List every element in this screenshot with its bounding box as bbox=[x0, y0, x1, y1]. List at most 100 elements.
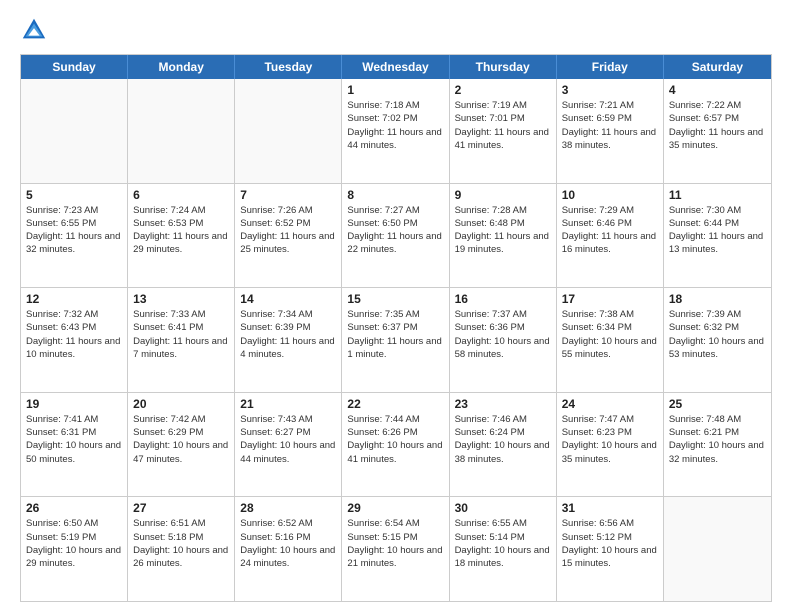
calendar-row: 26 Sunrise: 6:50 AM Sunset: 5:19 PM Dayli… bbox=[21, 496, 771, 601]
calendar-cell: 16 Sunrise: 7:37 AM Sunset: 6:36 PM Dayli… bbox=[450, 288, 557, 392]
weekday-header: Sunday bbox=[21, 55, 128, 79]
day-info: Sunrise: 7:30 AM Sunset: 6:44 PM Dayligh… bbox=[669, 204, 766, 257]
day-number: 6 bbox=[133, 188, 229, 202]
day-number: 15 bbox=[347, 292, 443, 306]
day-info: Sunrise: 7:27 AM Sunset: 6:50 PM Dayligh… bbox=[347, 204, 443, 257]
day-number: 8 bbox=[347, 188, 443, 202]
day-number: 30 bbox=[455, 501, 551, 515]
day-number: 29 bbox=[347, 501, 443, 515]
day-number: 10 bbox=[562, 188, 658, 202]
logo bbox=[20, 16, 52, 44]
calendar-cell: 21Sunrise: 7:43 AM Sunset: 6:27 PM Dayli… bbox=[235, 393, 342, 497]
calendar-cell: 25 Sunrise: 7:48 AM Sunset: 6:21 PM Dayli… bbox=[664, 393, 771, 497]
calendar-cell: 6 Sunrise: 7:24 AM Sunset: 6:53 PM Daylig… bbox=[128, 184, 235, 288]
day-info: Sunrise: 7:29 AM Sunset: 6:46 PM Dayligh… bbox=[562, 204, 658, 257]
day-number: 3 bbox=[562, 83, 658, 97]
calendar-cell: 30 Sunrise: 6:55 AM Sunset: 5:14 PM Dayli… bbox=[450, 497, 557, 601]
calendar-cell: 22Sunrise: 7:44 AM Sunset: 6:26 PM Dayli… bbox=[342, 393, 449, 497]
calendar-cell: 1Sunrise: 7:18 AM Sunset: 7:02 PM Daylig… bbox=[342, 79, 449, 183]
day-number: 7 bbox=[240, 188, 336, 202]
calendar-cell: 15 Sunrise: 7:35 AM Sunset: 6:37 PM Dayli… bbox=[342, 288, 449, 392]
day-info: Sunrise: 7:21 AM Sunset: 6:59 PM Dayligh… bbox=[562, 99, 658, 152]
day-info: Sunrise: 7:23 AM Sunset: 6:55 PM Dayligh… bbox=[26, 204, 122, 257]
day-info: Sunrise: 6:55 AM Sunset: 5:14 PM Dayligh… bbox=[455, 517, 551, 570]
page: SundayMondayTuesdayWednesdayThursdayFrid… bbox=[0, 0, 792, 612]
day-info: Sunrise: 7:22 AM Sunset: 6:57 PM Dayligh… bbox=[669, 99, 766, 152]
day-info: Sunrise: 7:48 AM Sunset: 6:21 PM Dayligh… bbox=[669, 413, 766, 466]
day-number: 17 bbox=[562, 292, 658, 306]
day-info: Sunrise: 7:33 AM Sunset: 6:41 PM Dayligh… bbox=[133, 308, 229, 361]
day-number: 1 bbox=[347, 83, 443, 97]
calendar-cell: 9Sunrise: 7:28 AM Sunset: 6:48 PM Daylig… bbox=[450, 184, 557, 288]
calendar-cell: 31 Sunrise: 6:56 AM Sunset: 5:12 PM Dayli… bbox=[557, 497, 664, 601]
day-number: 9 bbox=[455, 188, 551, 202]
calendar-cell: 23Sunrise: 7:46 AM Sunset: 6:24 PM Dayli… bbox=[450, 393, 557, 497]
weekday-header: Monday bbox=[128, 55, 235, 79]
calendar-cell: 27Sunrise: 6:51 AM Sunset: 5:18 PM Dayli… bbox=[128, 497, 235, 601]
day-info: Sunrise: 7:26 AM Sunset: 6:52 PM Dayligh… bbox=[240, 204, 336, 257]
day-info: Sunrise: 7:46 AM Sunset: 6:24 PM Dayligh… bbox=[455, 413, 551, 466]
day-info: Sunrise: 6:54 AM Sunset: 5:15 PM Dayligh… bbox=[347, 517, 443, 570]
day-info: Sunrise: 7:32 AM Sunset: 6:43 PM Dayligh… bbox=[26, 308, 122, 361]
calendar-cell: 7 Sunrise: 7:26 AM Sunset: 6:52 PM Daylig… bbox=[235, 184, 342, 288]
calendar-cell: 4 Sunrise: 7:22 AM Sunset: 6:57 PM Daylig… bbox=[664, 79, 771, 183]
day-info: Sunrise: 7:41 AM Sunset: 6:31 PM Dayligh… bbox=[26, 413, 122, 466]
day-number: 11 bbox=[669, 188, 766, 202]
calendar-cell: 10 Sunrise: 7:29 AM Sunset: 6:46 PM Dayli… bbox=[557, 184, 664, 288]
day-number: 31 bbox=[562, 501, 658, 515]
day-info: Sunrise: 6:50 AM Sunset: 5:19 PM Dayligh… bbox=[26, 517, 122, 570]
calendar-cell bbox=[21, 79, 128, 183]
day-number: 13 bbox=[133, 292, 229, 306]
weekday-header: Tuesday bbox=[235, 55, 342, 79]
calendar-body: 1Sunrise: 7:18 AM Sunset: 7:02 PM Daylig… bbox=[21, 79, 771, 601]
day-number: 2 bbox=[455, 83, 551, 97]
day-info: Sunrise: 7:35 AM Sunset: 6:37 PM Dayligh… bbox=[347, 308, 443, 361]
weekday-header: Wednesday bbox=[342, 55, 449, 79]
calendar-cell: 13 Sunrise: 7:33 AM Sunset: 6:41 PM Dayli… bbox=[128, 288, 235, 392]
calendar-cell: 19Sunrise: 7:41 AM Sunset: 6:31 PM Dayli… bbox=[21, 393, 128, 497]
day-number: 24 bbox=[562, 397, 658, 411]
day-number: 22 bbox=[347, 397, 443, 411]
day-number: 26 bbox=[26, 501, 122, 515]
day-info: Sunrise: 7:42 AM Sunset: 6:29 PM Dayligh… bbox=[133, 413, 229, 466]
header bbox=[20, 16, 772, 44]
weekday-header: Friday bbox=[557, 55, 664, 79]
calendar-cell: 11 Sunrise: 7:30 AM Sunset: 6:44 PM Dayli… bbox=[664, 184, 771, 288]
calendar-row: 5 Sunrise: 7:23 AM Sunset: 6:55 PM Daylig… bbox=[21, 183, 771, 288]
day-number: 14 bbox=[240, 292, 336, 306]
calendar-cell bbox=[128, 79, 235, 183]
logo-icon bbox=[20, 16, 48, 44]
day-number: 4 bbox=[669, 83, 766, 97]
day-number: 21 bbox=[240, 397, 336, 411]
day-number: 20 bbox=[133, 397, 229, 411]
day-info: Sunrise: 7:24 AM Sunset: 6:53 PM Dayligh… bbox=[133, 204, 229, 257]
day-info: Sunrise: 7:47 AM Sunset: 6:23 PM Dayligh… bbox=[562, 413, 658, 466]
day-number: 25 bbox=[669, 397, 766, 411]
calendar-cell: 14 Sunrise: 7:34 AM Sunset: 6:39 PM Dayli… bbox=[235, 288, 342, 392]
calendar-row: 12 Sunrise: 7:32 AM Sunset: 6:43 PM Dayli… bbox=[21, 287, 771, 392]
calendar-cell bbox=[664, 497, 771, 601]
calendar: SundayMondayTuesdayWednesdayThursdayFrid… bbox=[20, 54, 772, 602]
day-number: 5 bbox=[26, 188, 122, 202]
weekday-header: Saturday bbox=[664, 55, 771, 79]
day-info: Sunrise: 7:34 AM Sunset: 6:39 PM Dayligh… bbox=[240, 308, 336, 361]
calendar-cell: 28 Sunrise: 6:52 AM Sunset: 5:16 PM Dayli… bbox=[235, 497, 342, 601]
calendar-cell bbox=[235, 79, 342, 183]
day-number: 12 bbox=[26, 292, 122, 306]
day-number: 28 bbox=[240, 501, 336, 515]
day-number: 16 bbox=[455, 292, 551, 306]
day-info: Sunrise: 6:52 AM Sunset: 5:16 PM Dayligh… bbox=[240, 517, 336, 570]
calendar-cell: 26 Sunrise: 6:50 AM Sunset: 5:19 PM Dayli… bbox=[21, 497, 128, 601]
calendar-cell: 17 Sunrise: 7:38 AM Sunset: 6:34 PM Dayli… bbox=[557, 288, 664, 392]
calendar-header: SundayMondayTuesdayWednesdayThursdayFrid… bbox=[21, 55, 771, 79]
day-number: 27 bbox=[133, 501, 229, 515]
day-info: Sunrise: 7:37 AM Sunset: 6:36 PM Dayligh… bbox=[455, 308, 551, 361]
day-info: Sunrise: 6:56 AM Sunset: 5:12 PM Dayligh… bbox=[562, 517, 658, 570]
day-number: 18 bbox=[669, 292, 766, 306]
calendar-cell: 8 Sunrise: 7:27 AM Sunset: 6:50 PM Daylig… bbox=[342, 184, 449, 288]
day-info: Sunrise: 7:38 AM Sunset: 6:34 PM Dayligh… bbox=[562, 308, 658, 361]
calendar-cell: 24 Sunrise: 7:47 AM Sunset: 6:23 PM Dayli… bbox=[557, 393, 664, 497]
calendar-row: 19Sunrise: 7:41 AM Sunset: 6:31 PM Dayli… bbox=[21, 392, 771, 497]
calendar-cell: 20 Sunrise: 7:42 AM Sunset: 6:29 PM Dayli… bbox=[128, 393, 235, 497]
calendar-cell: 5 Sunrise: 7:23 AM Sunset: 6:55 PM Daylig… bbox=[21, 184, 128, 288]
